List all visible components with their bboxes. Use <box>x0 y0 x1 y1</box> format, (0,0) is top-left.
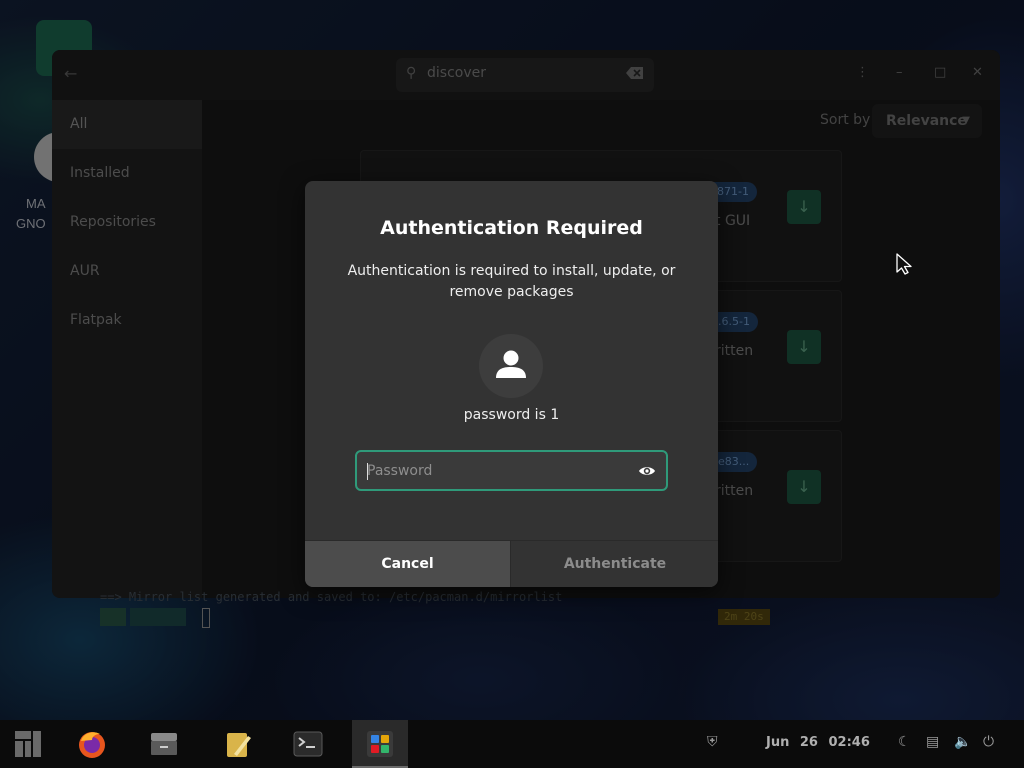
authenticate-button[interactable]: Authenticate <box>512 541 718 587</box>
taskbar: ⛨ Jun 26 02:46 ☾ ▤ 🔈 ⏻ <box>0 720 1024 768</box>
terminal-icon <box>293 731 323 757</box>
cancel-button[interactable]: Cancel <box>305 541 511 587</box>
dialog-title: Authentication Required <box>380 217 643 239</box>
night-mode-icon[interactable]: ☾ <box>898 734 911 750</box>
eye-icon[interactable] <box>638 463 656 479</box>
dialog-message: Authentication is required to install, u… <box>347 263 676 300</box>
password-input[interactable] <box>367 452 627 489</box>
taskbar-software[interactable] <box>352 720 408 768</box>
dialog-actions: Cancel Authenticate <box>305 540 718 587</box>
taskbar-text-editor[interactable] <box>210 720 266 768</box>
shield-icon[interactable]: ⛨ <box>707 734 718 750</box>
text-caret <box>367 463 368 480</box>
manjaro-menu-icon <box>15 731 41 757</box>
app-menu-button[interactable] <box>0 720 56 768</box>
password-field[interactable] <box>355 450 668 491</box>
firefox-icon <box>79 732 105 758</box>
auth-dialog: Authentication Required Authentication i… <box>305 181 718 587</box>
taskbar-terminal[interactable] <box>280 720 336 768</box>
files-icon <box>151 733 177 755</box>
taskbar-firefox[interactable] <box>64 720 120 768</box>
mouse-pointer-icon <box>896 253 912 275</box>
text-editor-icon <box>227 733 251 757</box>
avatar <box>479 334 543 398</box>
volume-icon[interactable]: 🔈 <box>954 734 971 750</box>
power-icon[interactable]: ⏻ <box>983 734 994 750</box>
network-icon[interactable]: ▤ <box>926 734 939 750</box>
user-name: password is 1 <box>463 407 560 423</box>
clock[interactable]: Jun 26 02:46 <box>766 735 870 750</box>
software-icon <box>367 731 393 757</box>
taskbar-files[interactable] <box>136 720 192 768</box>
user-icon <box>496 350 526 378</box>
